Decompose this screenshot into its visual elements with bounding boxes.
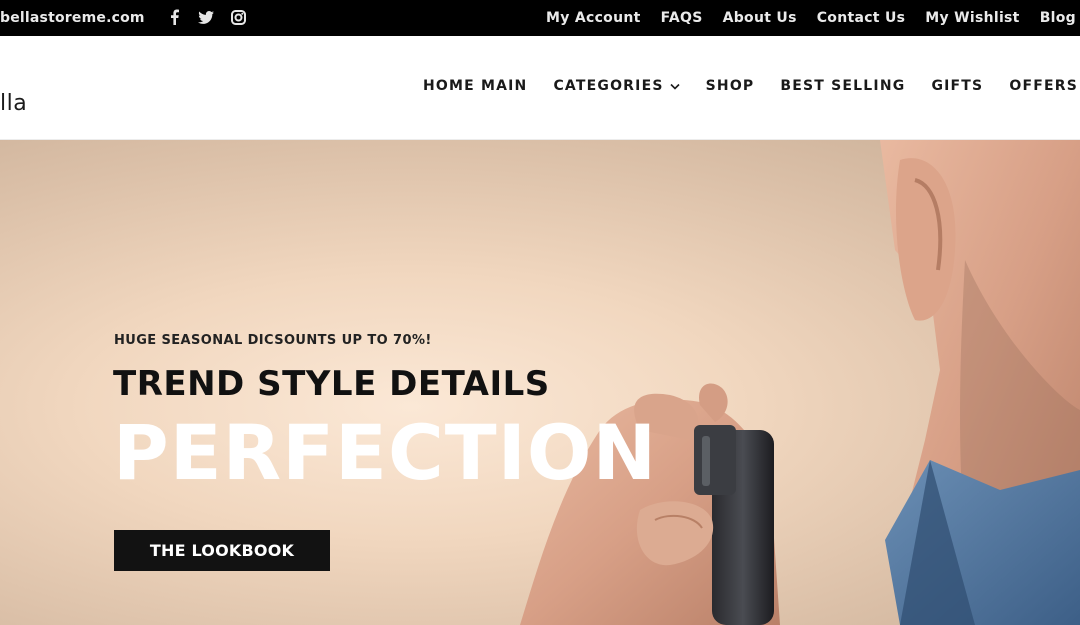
hero-title-line1: TREND STYLE DETAILS xyxy=(113,364,550,404)
chevron-down-icon xyxy=(670,83,680,90)
top-bar: bellastoreme.com My Account FAQS About U… xyxy=(0,0,1080,36)
lookbook-button[interactable]: THE LOOKBOOK xyxy=(114,530,330,571)
facebook-icon[interactable] xyxy=(166,9,182,25)
blog-link[interactable]: Blog xyxy=(1040,10,1076,26)
nav-item-gifts[interactable]: GIFTS xyxy=(931,78,983,94)
nav-label: HOME MAIN xyxy=(422,78,528,94)
nav-label: SHOP xyxy=(705,78,755,94)
contact-us-link[interactable]: Contact Us xyxy=(817,10,906,26)
site-header: lla HOME MAIN CATEGORIES SHOP BEST SELLI… xyxy=(0,36,1080,140)
my-wishlist-link[interactable]: My Wishlist xyxy=(925,10,1019,26)
nav-item-shop[interactable]: SHOP xyxy=(706,78,755,94)
hero-title-line2: PERFECTION xyxy=(113,408,658,497)
site-domain[interactable]: bellastoreme.com xyxy=(0,10,145,26)
nav-item-home-main[interactable]: HOME MAIN xyxy=(423,78,527,94)
my-account-link[interactable]: My Account xyxy=(546,10,641,26)
about-us-link[interactable]: About Us xyxy=(723,10,797,26)
nav-label: CATEGORIES xyxy=(553,78,664,94)
twitter-icon[interactable] xyxy=(198,9,214,25)
faqs-link[interactable]: FAQS xyxy=(661,10,703,26)
nav-label: GIFTS xyxy=(931,78,984,94)
instagram-icon[interactable] xyxy=(230,9,246,25)
nav-label: BEST SELLING xyxy=(780,78,906,94)
top-links: My Account FAQS About Us Contact Us My W… xyxy=(546,10,1076,26)
main-nav: HOME MAIN CATEGORIES SHOP BEST SELLING G… xyxy=(423,78,1078,94)
nav-item-offers[interactable]: OFFERS xyxy=(1009,78,1078,94)
hero-banner: HUGE SEASONAL DICSOUNTS UP TO 70%! TREND… xyxy=(0,140,1080,625)
logo[interactable]: lla xyxy=(0,91,27,116)
nav-item-categories[interactable]: CATEGORIES xyxy=(553,78,680,94)
nav-item-best-selling[interactable]: BEST SELLING xyxy=(780,78,905,94)
hero-subtitle: HUGE SEASONAL DICSOUNTS UP TO 70%! xyxy=(114,333,432,348)
nav-label: OFFERS xyxy=(1009,78,1078,94)
social-links xyxy=(166,9,246,25)
